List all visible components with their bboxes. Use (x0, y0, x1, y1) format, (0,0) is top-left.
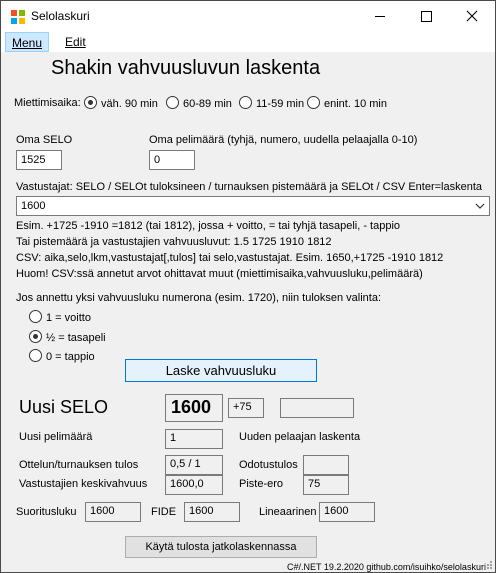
result-option-win[interactable]: 1 = voitto (29, 310, 91, 324)
menu-edit-label: Edit (65, 35, 86, 49)
help-line-2: Tai pistemäärä ja vastustajien vahvuuslu… (16, 236, 332, 248)
time-option-10[interactable]: enint. 10 min (307, 96, 387, 110)
linear-value: 1600 (319, 502, 375, 522)
help-line-1: Esim. +1725 -1910 =1812 (tai 1812), joss… (16, 220, 401, 232)
expected-score-label: Odotustulos (239, 459, 298, 471)
result-option-label: ½ = tasapeli (46, 332, 106, 344)
point-difference-label: Piste-ero (239, 478, 284, 490)
result-option-loss[interactable]: 0 = tappio (29, 349, 95, 363)
resize-grip-icon[interactable] (483, 560, 493, 573)
opponents-average-label: Vastustajien keskivahvuus (19, 478, 148, 490)
close-button[interactable] (449, 1, 495, 32)
opponents-average-value: 1600,0 (165, 475, 223, 495)
radio-icon (166, 96, 179, 109)
time-option-label: 11-59 min (256, 98, 305, 110)
chevron-down-icon[interactable] (475, 197, 485, 215)
time-option-label: väh. 90 min (101, 98, 158, 110)
maximize-button[interactable] (403, 1, 449, 32)
selo-change-extra (280, 398, 354, 418)
performance-label: Suoritusluku (16, 506, 77, 518)
time-option-90[interactable]: väh. 90 min (84, 96, 158, 110)
own-selo-input[interactable]: 1525 (16, 150, 62, 170)
fide-value: 1600 (184, 502, 240, 522)
fide-label: FIDE (151, 506, 177, 518)
app-icon (11, 10, 25, 24)
new-selo-value: 1600 (165, 394, 223, 422)
help-line-3: CSV: aika,selo,lkm,vastustajat[,tulos] t… (16, 252, 444, 264)
new-player-calc-label: Uuden pelaajan laskenta (239, 431, 361, 443)
result-choice-label: Jos annettu yksi vahvuusluku numerona (e… (16, 292, 382, 304)
radio-icon (29, 349, 42, 362)
minimize-button[interactable] (357, 1, 403, 32)
menu-bar: Menu Edit (1, 32, 495, 52)
new-games-label: Uusi pelimäärä (19, 431, 93, 443)
opponents-value: 1600 (21, 200, 46, 212)
radio-icon (29, 330, 42, 343)
window-title: Selolaskuri (31, 9, 90, 23)
opponents-label: Vastustajat: SELO / SELOt tuloksineen / … (16, 181, 483, 193)
radio-icon (307, 96, 320, 109)
radio-icon (239, 96, 252, 109)
own-games-label: Oma pelimäärä (tyhjä, numero, uudella pe… (149, 134, 418, 146)
page-title: Shakin vahvuusluvun laskenta (51, 57, 321, 79)
own-games-input[interactable]: 0 (149, 150, 195, 170)
time-option-label: enint. 10 min (324, 98, 387, 110)
own-selo-label: Oma SELO (16, 134, 73, 146)
menu-edit[interactable]: Edit (59, 32, 92, 52)
help-line-4: Huom! CSV:ssä annetut arvot ohittavat mu… (16, 268, 423, 280)
time-option-11-59[interactable]: 11-59 min (239, 96, 304, 110)
time-label: Miettimisaika: (14, 97, 81, 109)
point-difference-value: 75 (303, 475, 349, 495)
expected-score-value (303, 455, 349, 475)
radio-icon (29, 310, 42, 323)
new-games-value: 1 (165, 429, 223, 449)
footer-credit: C#/.NET 19.2.2020 github.com/isuihko/sel… (287, 562, 486, 572)
opponents-combobox[interactable]: 1600 (16, 196, 490, 216)
radio-icon (84, 96, 97, 109)
result-option-label: 0 = tappio (46, 351, 95, 363)
use-result-button[interactable]: Käytä tulosta jatkolaskennassa (125, 536, 317, 558)
title-bar: Selolaskuri (1, 1, 495, 32)
linear-label: Lineaarinen (259, 506, 317, 518)
result-option-draw[interactable]: ½ = tasapeli (29, 330, 106, 344)
menu-menu-label: Menu (12, 36, 43, 50)
score-value: 0,5 / 1 (165, 455, 223, 475)
menu-menu[interactable]: Menu (5, 32, 50, 52)
performance-value: 1600 (85, 502, 141, 522)
result-option-label: 1 = voitto (46, 312, 91, 324)
selolaskuri-window: Selolaskuri Menu Edit Shakin vahvuusluvu… (0, 0, 496, 573)
new-selo-label: Uusi SELO (19, 397, 109, 417)
calculate-button[interactable]: Laske vahvuusluku (125, 359, 317, 382)
score-label: Ottelun/turnauksen tulos (19, 459, 139, 471)
time-option-60-89[interactable]: 60-89 min (166, 96, 232, 110)
time-option-label: 60-89 min (183, 98, 232, 110)
selo-change-value: +75 (228, 398, 264, 418)
